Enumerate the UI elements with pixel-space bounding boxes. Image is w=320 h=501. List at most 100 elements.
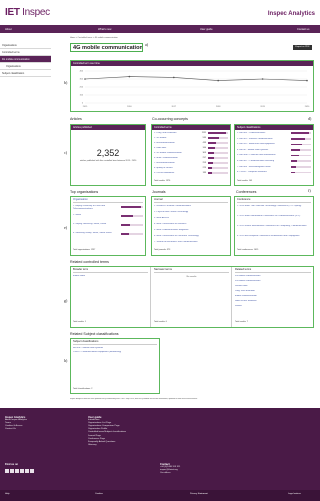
linkedin-icon[interactable] bbox=[10, 469, 14, 473]
cooccurring-term-link[interactable]: 6. MIMO communication bbox=[154, 157, 198, 159]
flickr-icon[interactable] bbox=[30, 469, 34, 473]
cooccurring-term-link[interactable]: 4. radio links bbox=[154, 147, 198, 149]
sidebar-item-sub-organisations[interactable]: Organisations bbox=[0, 63, 51, 70]
chart-point[interactable] bbox=[217, 79, 219, 82]
youtube-icon[interactable] bbox=[25, 469, 29, 473]
nav-contact[interactable]: Contact us bbox=[297, 28, 309, 31]
cooccurring-term-link[interactable]: 2. 5G mobile bbox=[154, 137, 198, 139]
twitter-icon[interactable] bbox=[15, 469, 19, 473]
related-term-link[interactable]: Long Term Evolution bbox=[235, 290, 309, 292]
inspec-logo[interactable]: IET Inspec bbox=[5, 7, 50, 18]
bottom-legal[interactable]: Legal notices bbox=[288, 493, 301, 495]
conference-link[interactable]: 4. 2019 8th European Conference on Anten… bbox=[237, 235, 311, 242]
cooccurring-term-count: 189 bbox=[202, 172, 206, 174]
related-term-link[interactable]: radio access networks bbox=[235, 300, 309, 302]
cooccurring-term-link[interactable]: 3. telecommunication bbox=[154, 142, 198, 144]
cooccurring-subject-link[interactable]: 7. B6250K - Electromagnetic fields bbox=[237, 166, 289, 168]
bottom-help[interactable]: Help bbox=[5, 493, 10, 495]
chart-point[interactable] bbox=[261, 78, 264, 80]
cooccurring-term-count: 223 bbox=[202, 167, 206, 169]
chart-point[interactable] bbox=[84, 78, 86, 80]
nav-whats-new[interactable]: What's new bbox=[98, 28, 111, 31]
cooccurring-term-link[interactable]: 5. 5G mobile communication bbox=[154, 152, 198, 154]
conferences-panel: Conference Total conferences: 1619 1. 20… bbox=[234, 196, 314, 256]
nav-user-guide[interactable]: User guide bbox=[200, 28, 213, 31]
cooccurring-term-bar bbox=[208, 152, 214, 154]
cooccurring-subject-panel: Subject classifications Total results: 1… bbox=[234, 124, 314, 186]
cooccurring-subject-bar bbox=[291, 138, 305, 140]
social-icons bbox=[5, 469, 34, 473]
cooccurring-term-bar bbox=[208, 157, 214, 159]
cooccurring-term-bar bbox=[208, 172, 212, 174]
sidebar-item-current-term[interactable]: 4G mobile communication bbox=[0, 56, 51, 63]
journal-link[interactable]: 4. IEEE Transactions on Wireless bbox=[154, 223, 228, 225]
cooccurring-term-count: 309 bbox=[202, 152, 206, 154]
left-sidebar: Organisations Controlled terms 4G mobile… bbox=[0, 42, 51, 77]
cooccurring-subject-link[interactable]: 2. B6150J - Wireless communication bbox=[237, 138, 289, 140]
journal-link[interactable]: 6. IEEE Transactions on Vehicular Techno… bbox=[154, 235, 228, 237]
chart-panel: Controlled term over time 400 300 200 100 0 2… bbox=[70, 60, 314, 112]
organisation-link[interactable]: 4. Samsung Group, Seoul, South Korea bbox=[73, 232, 117, 238]
journal-link[interactable]: 7. Journal of Electronics and Communicat… bbox=[154, 241, 228, 243]
cooccurring-subject-link[interactable]: 8. C5620 - Computer networks bbox=[237, 171, 289, 173]
site-footer: Inspec Analytics About Inspec Analytics … bbox=[0, 408, 320, 501]
broader-term-link[interactable]: mobile radio bbox=[73, 275, 85, 277]
related-term-link[interactable]: mobile communication bbox=[235, 295, 309, 297]
journal-link[interactable]: 2. Physical and Control Technology bbox=[154, 211, 228, 213]
journal-link[interactable]: 5. IEEE Communications Magazine bbox=[154, 229, 228, 231]
narrower-column: Narrower terms No results Total results:… bbox=[152, 267, 232, 327]
footer-follow-heading: Find us on bbox=[5, 463, 19, 466]
related-term-link[interactable]: cellular radio bbox=[235, 285, 309, 287]
conferences-section-title: Conferences bbox=[236, 190, 257, 194]
conference-link[interactable]: 2. 2015 IEEE International Conference on… bbox=[237, 215, 311, 222]
bottom-cookies[interactable]: Cookies bbox=[95, 493, 103, 495]
site-header: IET Inspec Inspec Analytics bbox=[0, 0, 320, 25]
journal-link[interactable]: 3. IEEE Access bbox=[154, 217, 228, 219]
related-term-link[interactable]: 5G mobile communication bbox=[235, 280, 309, 282]
footer-offices[interactable]: Our offices bbox=[160, 472, 180, 475]
chart-point[interactable] bbox=[173, 76, 175, 79]
related-subject-link[interactable]: B6250F - Mobile radio systems bbox=[73, 347, 103, 349]
conference-link[interactable]: 1. 2016 IEEE 79th Vehicular Technology C… bbox=[237, 205, 311, 212]
nav-about[interactable]: About bbox=[5, 28, 12, 31]
related-subject-link[interactable]: C5620 - Communications equipment (networ… bbox=[73, 351, 121, 353]
chart-x-tick-label: 2019 bbox=[260, 106, 265, 108]
bottom-privacy[interactable]: Privacy Statement bbox=[190, 493, 208, 495]
footer-link[interactable]: Glossary bbox=[88, 444, 126, 447]
cooccurring-term-link[interactable]: 1. Long Term Evolution bbox=[154, 132, 198, 134]
instagram-icon[interactable] bbox=[20, 469, 24, 473]
divider bbox=[154, 272, 229, 273]
sidebar-item-controlled-terms[interactable]: Controlled terms bbox=[0, 49, 51, 56]
chart-y-tick-label: 100 bbox=[80, 95, 84, 97]
related-terms-section-title: Related controlled terms bbox=[70, 260, 109, 264]
cooccurring-term-link[interactable]: 7. telecommunication bbox=[154, 162, 198, 164]
sidebar-item-subject-classification[interactable]: Subject classification bbox=[0, 70, 51, 77]
cooccurring-term-link[interactable]: 8. quality of service bbox=[154, 167, 198, 169]
cooccurring-subject-link[interactable]: 3. B6210L - Radio links and equipment bbox=[237, 143, 289, 145]
broader-total: Total results: 1 bbox=[73, 321, 86, 323]
cooccurring-subject-link[interactable]: 5. B6150M - Protocols and international bbox=[237, 154, 289, 156]
breadcrumb[interactable]: Home > Controlled terms > 4G mobile comm… bbox=[70, 37, 118, 39]
chart-point[interactable] bbox=[306, 79, 308, 82]
organisation-link[interactable]: 3. Sejong University, Seoul, Korea bbox=[73, 223, 117, 229]
cooccurring-subject-link[interactable]: 6. B6150C - Communication switching bbox=[237, 160, 289, 162]
cooccurring-term-count: 344 bbox=[202, 147, 206, 149]
cooccurring-subject-link[interactable]: 4. B6250 - Mobile radio systems bbox=[237, 149, 289, 151]
facebook-icon[interactable] bbox=[5, 469, 9, 473]
cooccurring-term-link[interactable]: 9. OFDM modulation bbox=[154, 172, 198, 174]
footer-link[interactable]: Contact Us bbox=[5, 428, 27, 431]
chart-point[interactable] bbox=[128, 75, 131, 78]
related-term-link[interactable]: 3G mobile communication bbox=[235, 275, 309, 277]
annotation-e: e) bbox=[64, 225, 68, 230]
sidebar-item-organisations[interactable]: Organisations bbox=[0, 42, 51, 49]
cooccurring-subject-link[interactable]: 1. B6250F - Communications bbox=[237, 132, 289, 134]
journals-section-title: Journals bbox=[152, 190, 166, 194]
export-pdf-button[interactable]: Export as PDF bbox=[293, 45, 312, 50]
conference-link[interactable]: 3. 2019 Fourth International Conference … bbox=[237, 225, 311, 232]
journal-link[interactable]: 1. Wireless Personal Communications bbox=[154, 205, 228, 207]
related-term-link[interactable]: WiMax bbox=[235, 305, 309, 307]
organisation-link[interactable]: 2. Nokia bbox=[73, 214, 117, 220]
cooccurring-term-count: 1131 bbox=[201, 132, 206, 134]
organisation-link[interactable]: 1. Beijing University of Posts and Telec… bbox=[73, 205, 117, 211]
divider bbox=[235, 272, 311, 273]
